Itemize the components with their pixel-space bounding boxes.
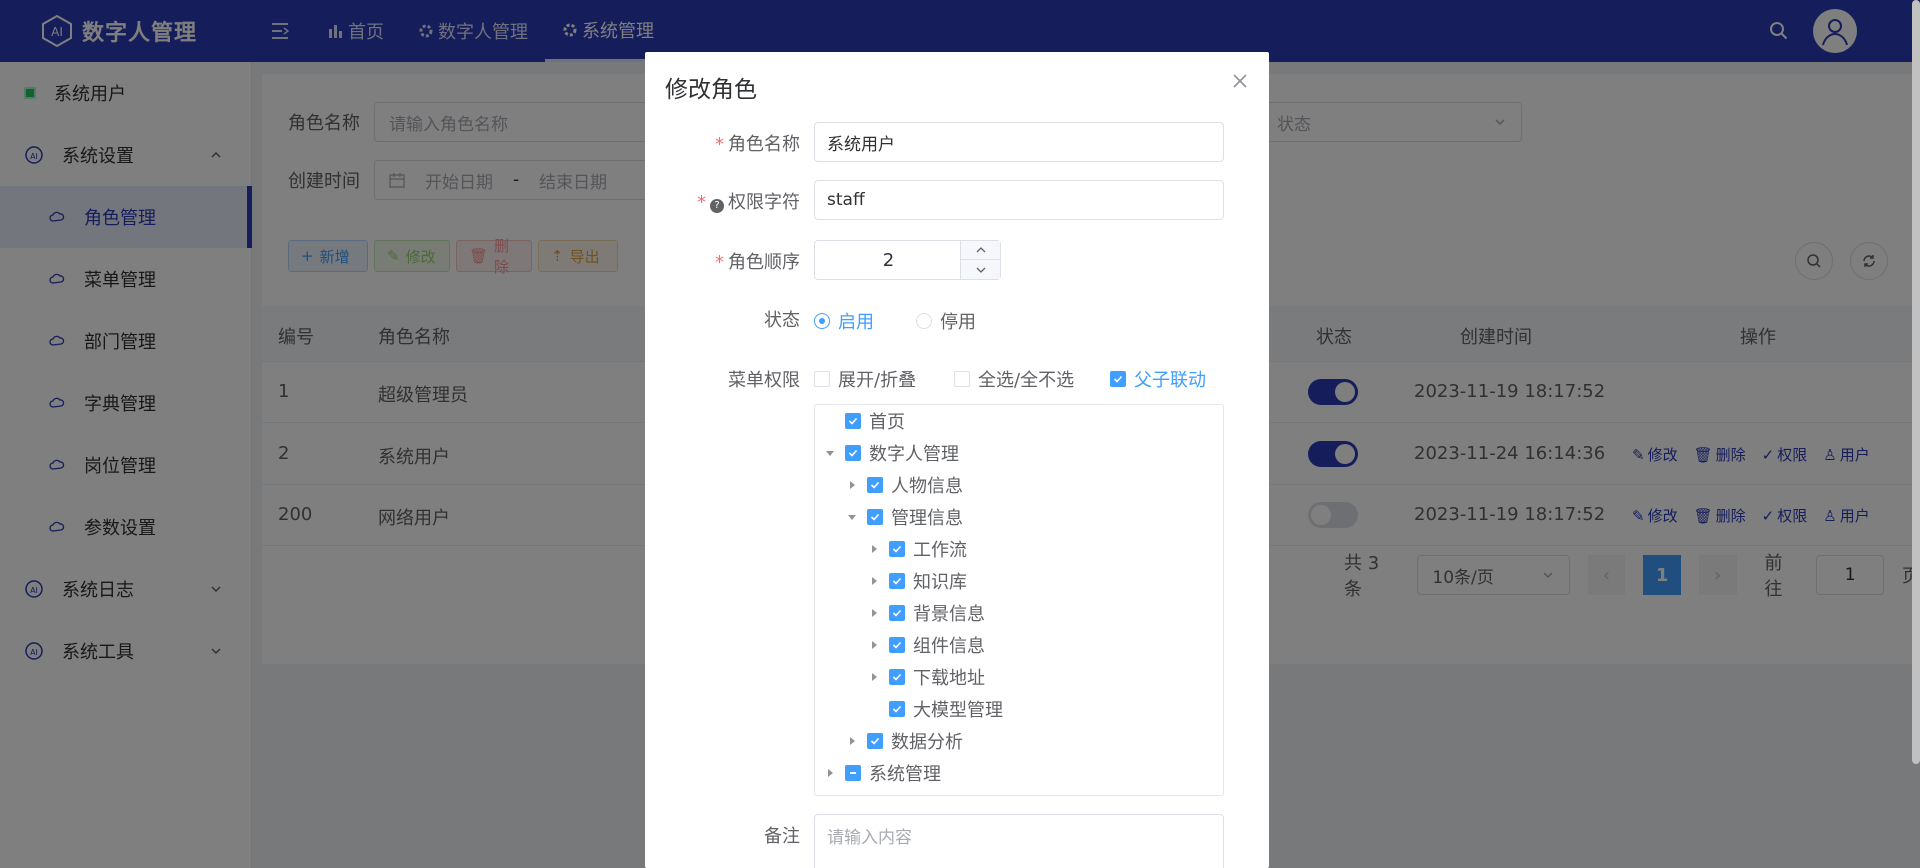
order-label: * 角色顺序 <box>715 252 800 273</box>
stepper-up-button[interactable] <box>960 241 1000 260</box>
tree-node-manage-info[interactable]: 管理信息 <box>815 501 963 533</box>
check-icon <box>892 609 902 617</box>
tree-node-home[interactable]: 首页 <box>815 405 905 437</box>
status-label: 状态 <box>764 310 800 331</box>
remark-textarea[interactable]: 请输入内容 <box>814 814 1224 868</box>
check-icon <box>870 481 880 489</box>
tree-node-label: 管理信息 <box>891 508 963 529</box>
remark-label: 备注 <box>764 826 800 847</box>
tree-node-label: 系统管理 <box>869 764 941 785</box>
tree-node-workflow[interactable]: 工作流 <box>815 533 967 565</box>
role-name-input[interactable]: 系统用户 <box>814 122 1224 162</box>
caret-right-icon[interactable] <box>845 734 859 748</box>
caret-right-icon[interactable] <box>867 574 881 588</box>
dialog-title: 修改角色 <box>665 77 757 103</box>
order-value[interactable]: 2 <box>815 241 962 279</box>
role-name-label-text: 角色名称 <box>728 134 800 155</box>
menu-tree: 首页 数字人管理 人物信息 管理信息 工作流 知识库 背景信息 组件信息 下载地… <box>814 404 1224 796</box>
caret-right-icon[interactable] <box>823 766 837 780</box>
caret-right-icon[interactable] <box>867 638 881 652</box>
tree-node-llm[interactable]: 大模型管理 <box>815 693 1003 725</box>
role-name-label: * 角色名称 <box>715 134 800 155</box>
status-enable-radio[interactable]: 启用 <box>814 308 874 334</box>
tree-node-label: 数字人管理 <box>869 444 959 465</box>
tree-node-system[interactable]: 系统管理 <box>815 757 941 789</box>
check-icon <box>892 705 902 713</box>
check-icon <box>892 577 902 585</box>
menu-perm-label: 菜单权限 <box>728 370 800 391</box>
status-disable-label: 停用 <box>940 312 976 333</box>
tree-node-label: 工作流 <box>913 540 967 561</box>
tree-node-label: 背景信息 <box>913 604 985 625</box>
check-icon <box>892 641 902 649</box>
close-icon[interactable] <box>1231 72 1249 90</box>
tree-node-label: 知识库 <box>913 572 967 593</box>
caret-right-icon[interactable] <box>867 606 881 620</box>
caret-down-icon[interactable] <box>823 446 837 460</box>
caret-down-icon[interactable] <box>845 510 859 524</box>
check-icon <box>870 513 880 521</box>
caret-right-icon[interactable] <box>867 542 881 556</box>
edit-role-dialog: 修改角色 * 角色名称 系统用户 *? 权限字符 staff * 角色顺序 2 状态 … <box>645 52 1269 868</box>
tree-node-person-info[interactable]: 人物信息 <box>815 469 963 501</box>
select-all-label: 全选/全不选 <box>978 370 1075 391</box>
caret-right-icon[interactable] <box>867 670 881 684</box>
check-icon <box>848 449 858 457</box>
check-icon <box>892 673 902 681</box>
indeterminate-icon <box>850 772 856 774</box>
tree-node-download[interactable]: 下载地址 <box>815 661 985 693</box>
tree-node-label: 大模型管理 <box>913 700 1003 721</box>
perm-key-label: *? 权限字符 <box>697 192 800 213</box>
tree-node-label: 下载地址 <box>913 668 985 689</box>
linkage-checkbox[interactable]: 父子联动 <box>1110 366 1206 392</box>
tree-node-label: 首页 <box>869 412 905 433</box>
tree-node-background[interactable]: 背景信息 <box>815 597 985 629</box>
check-icon <box>1113 375 1123 383</box>
select-all-checkbox[interactable]: 全选/全不选 <box>954 366 1074 392</box>
expand-collapse-label: 展开/折叠 <box>838 370 917 391</box>
check-icon <box>848 417 858 425</box>
tree-node-digital-human[interactable]: 数字人管理 <box>815 437 959 469</box>
order-label-text: 角色顺序 <box>728 252 800 273</box>
caret-right-icon[interactable] <box>845 478 859 492</box>
check-icon <box>892 545 902 553</box>
tree-node-label: 数据分析 <box>891 732 963 753</box>
order-stepper[interactable]: 2 <box>814 240 1001 280</box>
check-icon <box>870 737 880 745</box>
stepper-down-button[interactable] <box>960 260 1000 279</box>
tree-node-label: 人物信息 <box>891 476 963 497</box>
page-scrollbar[interactable] <box>1912 0 1920 764</box>
linkage-label: 父子联动 <box>1134 370 1206 391</box>
tree-node-label: 组件信息 <box>913 636 985 657</box>
help-icon[interactable]: ? <box>710 198 724 213</box>
tree-node-component[interactable]: 组件信息 <box>815 629 985 661</box>
status-enable-label: 启用 <box>838 312 874 333</box>
perm-key-label-text: 权限字符 <box>728 192 800 213</box>
chevron-down-icon <box>976 267 985 273</box>
tree-node-analytics[interactable]: 数据分析 <box>815 725 963 757</box>
tree-node-knowledge[interactable]: 知识库 <box>815 565 967 597</box>
expand-collapse-checkbox[interactable]: 展开/折叠 <box>814 366 916 392</box>
perm-key-input[interactable]: staff <box>814 180 1224 220</box>
chevron-up-icon <box>976 247 985 253</box>
status-disable-radio[interactable]: 停用 <box>916 308 976 334</box>
